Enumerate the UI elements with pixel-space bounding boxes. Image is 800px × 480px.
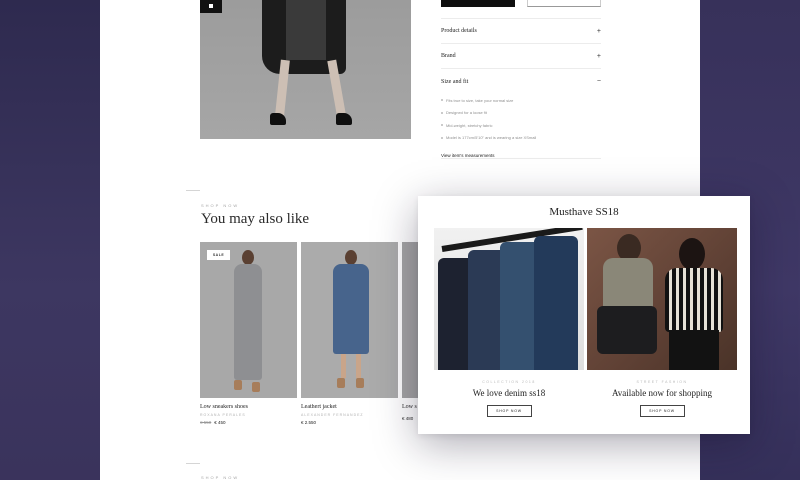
product-brand: ROXANA PERALES <box>200 413 246 417</box>
product-price: € 550 € 450 <box>200 420 297 425</box>
minus-icon: − <box>596 78 601 85</box>
promo-image[interactable] <box>434 228 584 370</box>
model-leg <box>356 354 361 378</box>
coat-lining-shape <box>286 0 326 60</box>
promo-card-street[interactable]: STREET FASHION Available now for shoppin… <box>587 228 737 417</box>
current-price: € 450 <box>214 420 226 425</box>
old-price: € 550 <box>200 420 212 425</box>
decorative-line <box>186 463 200 464</box>
model-head <box>345 250 357 265</box>
wishlist-button[interactable] <box>527 0 601 7</box>
product-card[interactable]: Leathert jacket ALEXANDER FERNANDEZ € 2.… <box>301 242 398 425</box>
model-pants <box>597 306 657 354</box>
fit-item: Designed for a loose fit <box>441 107 601 120</box>
model-shoe <box>336 113 352 125</box>
product-name[interactable]: Low sneakers shoes <box>200 404 297 410</box>
model-dress <box>234 264 262 380</box>
promo-title: We love denim ss18 <box>472 388 546 398</box>
accordion-product-details[interactable]: Product details + <box>441 18 601 43</box>
promo-kicker: COLLECTION 2018 <box>482 380 536 384</box>
product-accordion: Product details + Brand + Size and fit −… <box>441 18 601 188</box>
section-kicker: SHOP NOW <box>201 203 240 208</box>
product-card[interactable]: SALE Low sneakers shoes ROXANA PERALES €… <box>200 242 297 425</box>
model-boot <box>234 380 242 390</box>
promo-title: Available now for shopping <box>611 388 713 398</box>
model-shoe <box>270 113 286 125</box>
promo-kicker: STREET FASHION <box>636 380 688 384</box>
accordion-brand[interactable]: Brand + <box>441 43 601 68</box>
plus-icon: + <box>596 52 601 60</box>
model-pants <box>669 330 719 370</box>
accordion-title: Product details <box>441 28 477 34</box>
product-image[interactable] <box>301 242 398 398</box>
popup-title: Musthave SS18 <box>549 206 619 218</box>
model-head <box>242 250 254 265</box>
product-brand: ALEXANDER FERNANDEZ <box>301 413 364 417</box>
shop-now-button[interactable]: SHOP NOW <box>486 405 532 417</box>
add-to-bag-button[interactable] <box>441 0 515 7</box>
model-jacket <box>333 264 369 354</box>
model-shirt <box>603 258 653 310</box>
sale-badge: SALE <box>207 250 230 260</box>
background-left <box>0 0 100 480</box>
product-name[interactable]: Leathert jacket <box>301 404 398 410</box>
musthave-popup: Musthave SS18 COLLECTION 2018 We love de… <box>418 196 750 434</box>
shop-now-button[interactable]: SHOP NOW <box>639 405 685 417</box>
plus-icon: + <box>596 27 601 35</box>
promo-image[interactable] <box>587 228 737 370</box>
current-price: € 480 <box>402 416 414 421</box>
model-boot <box>337 378 345 388</box>
image-badge-icon <box>200 0 222 13</box>
model-head <box>679 238 705 270</box>
fit-item: Mid-weight, stretchy fabric <box>441 119 601 132</box>
section-title: You may also like <box>201 211 310 227</box>
fit-item: Fits true to size, take your normal size <box>441 94 601 107</box>
accordion-size-and-fit: Size and fit − Fits true to size, take y… <box>441 68 601 188</box>
fit-item: Model is 177cm/5'10" and is wearing a si… <box>441 132 601 145</box>
current-price: € 2.550 <box>301 420 317 425</box>
accordion-header[interactable]: Size and fit − <box>441 78 601 85</box>
model-leg <box>341 354 346 378</box>
fit-list: Fits true to size, take your normal size… <box>441 94 601 144</box>
accordion-title: Brand <box>441 53 456 59</box>
decorative-line <box>186 190 200 191</box>
promo-card-denim[interactable]: COLLECTION 2018 We love denim ss18 SHOP … <box>434 228 584 417</box>
model-sweater <box>665 268 723 332</box>
product-main-image[interactable] <box>200 0 411 139</box>
divider <box>441 158 601 159</box>
model-boot <box>252 382 260 392</box>
product-image[interactable]: SALE <box>200 242 297 398</box>
product-price: € 2.550 <box>301 420 398 425</box>
model-boot <box>356 378 364 388</box>
accordion-title: Size and fit <box>441 78 469 85</box>
section-kicker: SHOP NOW <box>201 475 240 480</box>
denim-shape <box>534 236 578 370</box>
